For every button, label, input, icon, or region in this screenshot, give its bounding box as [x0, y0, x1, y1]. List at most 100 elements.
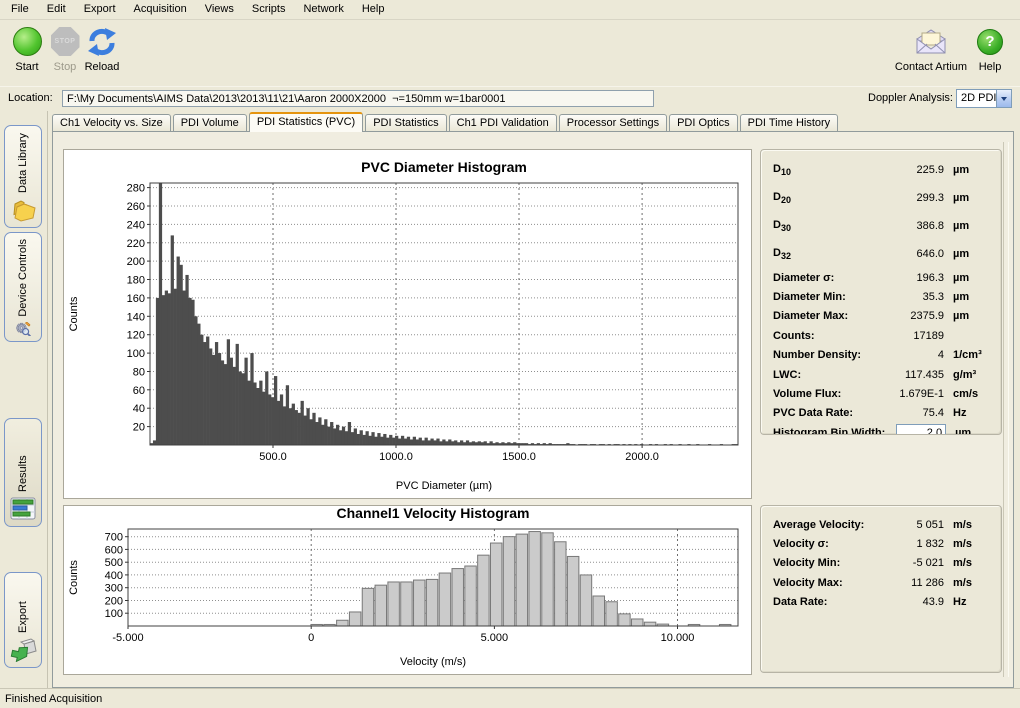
svg-text:500.0: 500.0 [259, 451, 287, 463]
location-input[interactable] [62, 90, 654, 107]
stat-value: 5 051 [880, 519, 944, 531]
reload-button[interactable]: Reload [77, 25, 127, 73]
svg-text:80: 80 [133, 367, 145, 379]
help-button-label: Help [972, 61, 1008, 73]
stat-value: 75.4 [880, 407, 944, 419]
tab-pdi-optics[interactable]: PDI Optics [669, 114, 738, 131]
svg-text:Channel1 Velocity Histogram: Channel1 Velocity Histogram [337, 506, 530, 521]
velocity-histogram-panel: 100200300400500600700-5.00005.00010.000C… [63, 505, 752, 675]
stat-unit: m/s [944, 519, 993, 531]
menu-item-network[interactable]: Network [294, 0, 352, 19]
stat-label: Diameter σ: [773, 272, 880, 284]
stat-value: -5 021 [880, 557, 944, 569]
stat-label: D20 [773, 191, 880, 205]
tab-pdi-time-history[interactable]: PDI Time History [740, 114, 839, 131]
svg-text:10.000: 10.000 [661, 632, 695, 644]
sidebar-item-device-controls[interactable]: Device Controls [4, 232, 42, 342]
main-area: Data Library Device Controls [0, 111, 1020, 688]
svg-text:-5.000: -5.000 [112, 632, 143, 644]
menu-item-scripts[interactable]: Scripts [243, 0, 295, 19]
folders-icon [10, 198, 37, 222]
sidebar-item-data-library[interactable]: Data Library [4, 125, 42, 228]
menu-item-export[interactable]: Export [75, 0, 125, 19]
status-text: Finished Acquisition [5, 693, 102, 705]
svg-text:1500.0: 1500.0 [502, 451, 536, 463]
reload-button-label: Reload [77, 61, 127, 73]
doppler-analysis-dropdown[interactable]: 2D PDI [956, 89, 1012, 108]
stat-row: D10225.9µm [773, 156, 993, 184]
stat-value: 4 [880, 349, 944, 361]
menu-item-file[interactable]: File [2, 0, 38, 19]
tab-pdi-volume[interactable]: PDI Volume [173, 114, 247, 131]
start-icon [13, 27, 42, 56]
tab-ch1-velocity-vs-size[interactable]: Ch1 Velocity vs. Size [52, 114, 171, 131]
svg-text:40: 40 [133, 403, 145, 415]
stat-row: Data Rate:43.9Hz [773, 593, 993, 612]
stat-value: 646.0 [880, 248, 944, 260]
stat-value: 117.435 [880, 369, 944, 381]
svg-text:2000.0: 2000.0 [625, 451, 659, 463]
stat-unit: m/s [944, 577, 993, 589]
stat-row: Number Density:41/cm³ [773, 346, 993, 365]
menu-item-help[interactable]: Help [353, 0, 394, 19]
stat-unit: µm [944, 310, 993, 322]
svg-text:400: 400 [105, 570, 123, 582]
stat-label: Counts: [773, 330, 880, 342]
doppler-analysis-value: 2D PDI [957, 90, 996, 107]
dropdown-arrow-button[interactable] [996, 90, 1011, 107]
reload-icon [86, 27, 118, 57]
status-bar: Finished Acquisition [0, 688, 1020, 708]
stat-row: Histogram Bin Width:µm [773, 423, 993, 435]
stat-row: Diameter Max:2375.9µm [773, 307, 993, 326]
svg-text:500: 500 [105, 557, 123, 569]
stat-row: Volume Flux:1.679E-1cm/s [773, 384, 993, 403]
svg-text:0: 0 [308, 632, 314, 644]
contact-artium-button[interactable]: Contact Artium [893, 25, 969, 73]
svg-text:200: 200 [127, 256, 145, 268]
stat-row: Velocity σ:1 832m/s [773, 534, 993, 553]
stat-label: D30 [773, 219, 880, 233]
sidebar-label: Device Controls [17, 239, 29, 317]
left-sidebar: Data Library Device Controls [0, 111, 48, 688]
location-row: Location: Doppler Analysis: 2D PDI [0, 86, 1020, 112]
stat-label: Volume Flux: [773, 388, 880, 400]
stat-label: Velocity σ: [773, 538, 880, 550]
stat-row: D30386.8µm [773, 212, 993, 240]
pvc-diameter-histogram-panel: 2040608010012014016018020022024026028050… [63, 149, 752, 499]
tab-pdi-statistics[interactable]: PDI Statistics [365, 114, 446, 131]
tab-pdi-statistics-pvc[interactable]: PDI Statistics (PVC) [249, 112, 363, 132]
stop-icon: STOP [51, 27, 80, 56]
tab-strip: Ch1 Velocity vs. SizePDI VolumePDI Stati… [52, 113, 840, 131]
stat-label: D32 [773, 247, 880, 261]
menu-item-edit[interactable]: Edit [38, 0, 75, 19]
sidebar-item-results[interactable]: Results [4, 418, 42, 527]
stat-unit: 1/cm³ [944, 349, 993, 361]
stat-row: PVC Data Rate:75.4Hz [773, 404, 993, 423]
vertical-splitter[interactable] [1003, 142, 1009, 677]
contact-artium-label: Contact Artium [893, 61, 969, 73]
help-button[interactable]: ? Help [972, 25, 1008, 73]
menu-item-acquisition[interactable]: Acquisition [125, 0, 196, 19]
stat-value: 2375.9 [880, 310, 944, 322]
tab-ch1-pdi-validation[interactable]: Ch1 PDI Validation [449, 114, 557, 131]
stat-label: Diameter Max: [773, 310, 880, 322]
stat-unit: g/m³ [944, 369, 993, 381]
histogram-bin-width-input[interactable] [896, 424, 946, 435]
menu-item-views[interactable]: Views [196, 0, 243, 19]
stat-row: D32646.0µm [773, 240, 993, 268]
stat-unit: Hz [944, 407, 993, 419]
svg-text:100: 100 [105, 608, 123, 620]
location-label: Location: [8, 92, 53, 104]
tab-processor-settings[interactable]: Processor Settings [559, 114, 667, 131]
pvc-diameter-histogram-chart: 2040608010012014016018020022024026028050… [64, 150, 749, 496]
sidebar-item-export[interactable]: Export [4, 572, 42, 668]
results-chart-icon [10, 497, 37, 521]
stat-unit: µm [946, 427, 993, 435]
stat-value: 35.3 [880, 291, 944, 303]
stat-label: Velocity Min: [773, 557, 880, 569]
stat-label: PVC Data Rate: [773, 407, 880, 419]
svg-text:1000.0: 1000.0 [379, 451, 413, 463]
stat-value: 43.9 [880, 596, 944, 608]
sidebar-label: Results [17, 425, 29, 492]
app-window: FileEditExportAcquisitionViewsScriptsNet… [0, 0, 1020, 112]
